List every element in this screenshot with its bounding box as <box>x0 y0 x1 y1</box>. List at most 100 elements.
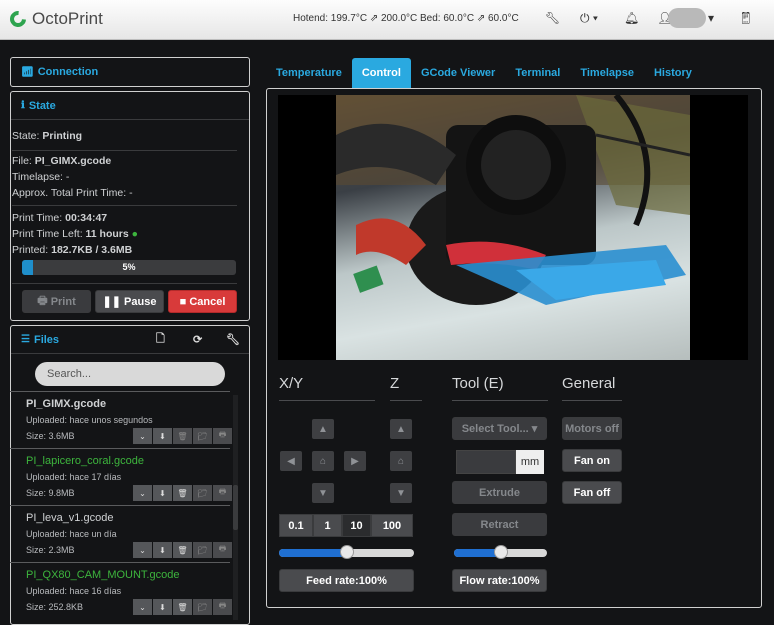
tab-history[interactable]: History <box>644 58 702 88</box>
file-name[interactable]: PI_QX80_CAM_MOUNT.gcode <box>26 569 179 581</box>
home-icon[interactable]: ⌂ <box>312 451 334 471</box>
approx-time-line: Approx. Total Print Time: - <box>12 187 133 199</box>
file-uploaded: Uploaded: hace 17 días <box>26 472 122 482</box>
z-up-icon[interactable]: ▲ <box>390 419 412 439</box>
list-icon: ☰ <box>21 334 30 345</box>
tab-gcode-viewer[interactable]: GCode Viewer <box>411 58 505 88</box>
wrench-icon[interactable]: 🔧︎ <box>226 333 240 346</box>
print-time-line: Print Time: 00:34:47 <box>12 212 108 224</box>
webcam-frame-graphic <box>336 95 690 305</box>
print-icon[interactable]: 🖶︎ <box>213 542 232 558</box>
download-icon[interactable]: ⬇ <box>153 485 172 501</box>
tool-title: Tool (E) <box>452 375 504 392</box>
feed-rate-button[interactable]: Feed rate:100% <box>279 569 414 592</box>
arrow-right-icon[interactable]: ▶ <box>344 451 366 471</box>
timelapse-line: Timelapse: - <box>12 171 70 183</box>
power-icon[interactable]: ⏻ ▾ <box>580 11 598 26</box>
webcam-stream <box>336 95 690 360</box>
file-line: File: PI_GIMX.gcode <box>12 155 112 167</box>
arrow-left-icon[interactable]: ◀ <box>280 451 302 471</box>
file-uploaded: Uploaded: hace unos segundos <box>26 415 153 425</box>
tab-temperature[interactable]: Temperature <box>266 58 352 88</box>
file-size: Size: 2.3MB <box>26 545 75 555</box>
step-0-1-button[interactable]: 0.1 <box>279 514 313 537</box>
step-1-button[interactable]: 1 <box>313 514 342 537</box>
refresh-icon[interactable]: ⟳ <box>193 333 202 346</box>
download-icon[interactable]: ⬇ <box>153 428 172 444</box>
download-icon[interactable]: ⬇ <box>153 599 172 615</box>
cancel-button[interactable]: ■ Cancel <box>168 290 237 313</box>
trash-icon[interactable]: 🗑︎ <box>173 599 192 615</box>
chevron-down-icon[interactable]: ⌄ <box>133 485 152 501</box>
connection-header[interactable]: 📶︎ Connection <box>11 58 249 86</box>
files-header[interactable]: ☰ Files 🗋︎ ⟳ 🔧︎ <box>11 326 249 354</box>
file-name[interactable]: PI_GIMX.gcode <box>26 398 106 410</box>
folder-icon[interactable]: 📁︎ <box>193 428 212 444</box>
wrench-icon[interactable]: 🔧︎ <box>545 11 560 25</box>
file-name[interactable]: PI_leva_v1.gcode <box>26 512 113 524</box>
general-title: General <box>562 375 616 392</box>
brand[interactable]: OctoPrint <box>6 7 103 31</box>
scrollbar-thumb[interactable] <box>233 485 238 530</box>
divider <box>12 283 237 284</box>
avatar[interactable] <box>668 8 706 28</box>
slider-knob[interactable] <box>493 545 508 559</box>
time-left-line: Print Time Left: 11 hours ● <box>12 228 138 240</box>
flow-rate-button[interactable]: Flow rate:100% <box>452 569 547 592</box>
print-button[interactable]: 🖶︎ Print <box>22 290 91 313</box>
z-home-icon[interactable]: ⌂ <box>390 451 412 471</box>
feed-rate-slider[interactable] <box>279 545 414 559</box>
step-100-button[interactable]: 100 <box>371 514 413 537</box>
flow-rate-slider[interactable] <box>454 545 547 559</box>
slider-knob[interactable] <box>339 545 354 559</box>
arrow-up-icon[interactable]: ▲ <box>312 419 334 439</box>
print-icon[interactable]: 🖶︎ <box>213 485 232 501</box>
fan-on-button[interactable]: Fan on <box>562 449 622 472</box>
trash-icon[interactable]: 🗑︎ <box>173 485 192 501</box>
state-panel: ℹ︎ State <box>10 91 250 321</box>
print-icon[interactable]: 🖶︎ <box>213 428 232 444</box>
connection-panel[interactable]: 📶︎ Connection <box>10 57 250 87</box>
temperature-summary: Hotend: 199.7°C ⇗ 200.0°C Bed: 60.0°C ⇗ … <box>293 13 519 24</box>
divider <box>10 505 230 506</box>
bell-icon[interactable]: 🔔︎ <box>624 11 639 25</box>
file-actions: ⌄ ⬇ 🗑︎ 📁︎ 🖶︎ <box>133 485 233 501</box>
file-actions: ⌄ ⬇ 🗑︎ 📁︎ 🖶︎ <box>133 542 233 558</box>
tab-terminal[interactable]: Terminal <box>505 58 570 88</box>
extrude-amount-input[interactable] <box>456 450 516 474</box>
tab-timelapse[interactable]: Timelapse <box>570 58 644 88</box>
step-size-group: 0.1 1 10 100 <box>279 514 413 537</box>
z-down-icon[interactable]: ▼ <box>390 483 412 503</box>
new-file-icon[interactable]: 🗋︎ <box>156 330 165 349</box>
pause-button[interactable]: ❚❚ Pause <box>95 290 164 313</box>
trash-icon[interactable]: 🗑︎ <box>173 428 192 444</box>
arrow-down-icon[interactable]: ▼ <box>312 483 334 503</box>
divider <box>10 448 230 449</box>
motors-off-button[interactable]: Motors off <box>562 417 622 440</box>
chevron-down-icon[interactable]: ⌄ <box>133 599 152 615</box>
file-name[interactable]: PI_lapicero_coral.gcode <box>26 455 144 467</box>
chevron-down-icon[interactable]: ⌄ <box>133 542 152 558</box>
folder-icon[interactable]: 📁︎ <box>193 485 212 501</box>
step-10-button[interactable]: 10 <box>342 514 371 537</box>
chevron-down-icon[interactable]: ▾ <box>708 11 714 25</box>
file-search-input[interactable]: Search... <box>35 362 225 386</box>
print-icon[interactable]: 🖶︎ <box>213 599 232 615</box>
chevron-down-icon[interactable]: ⌄ <box>133 428 152 444</box>
fan-off-button[interactable]: Fan off <box>562 481 622 504</box>
download-icon[interactable]: ⬇ <box>153 542 172 558</box>
divider <box>10 391 230 392</box>
retract-button[interactable]: Retract <box>452 513 547 536</box>
trash-icon[interactable]: 🗑︎ <box>173 542 192 558</box>
select-tool-dropdown[interactable]: Select Tool... ▾ <box>452 417 547 440</box>
state-header[interactable]: ℹ︎ State <box>11 92 249 120</box>
pause-icon: ❚❚ <box>102 296 125 308</box>
mobile-icon[interactable]: 📱︎ <box>738 11 753 25</box>
file-list-scrollbar[interactable] <box>233 395 238 620</box>
folder-icon[interactable]: 📁︎ <box>193 599 212 615</box>
extrude-button[interactable]: Extrude <box>452 481 547 504</box>
tab-control[interactable]: Control <box>351 58 411 88</box>
slider-fill <box>279 549 347 557</box>
folder-icon[interactable]: 📁︎ <box>193 542 212 558</box>
print-progress-bar: 5% <box>22 260 236 275</box>
